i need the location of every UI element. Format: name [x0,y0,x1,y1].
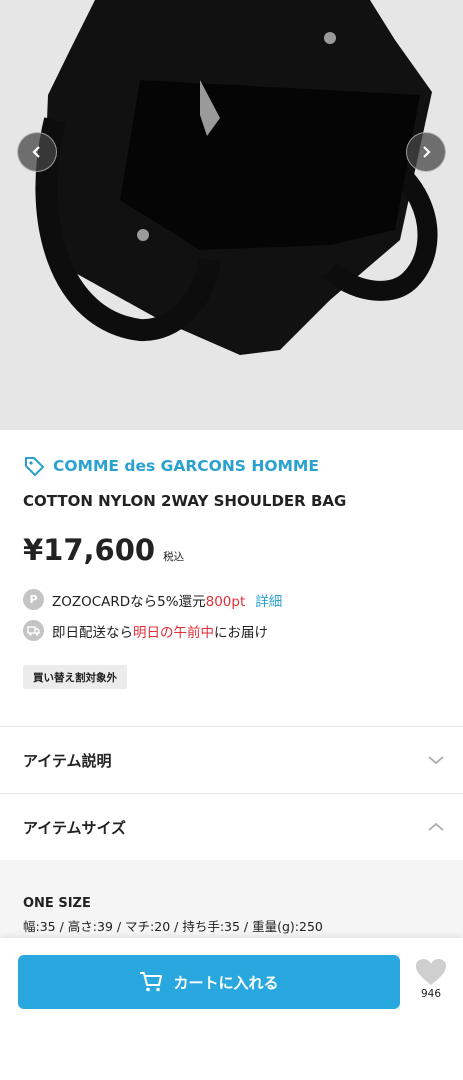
card-points: 800pt [205,593,246,610]
chevron-left-icon [32,146,40,158]
bottom-action-bar: カートに入れる 946 [0,938,463,1080]
cart-button-label: カートに入れる [173,973,279,992]
size-detail: 幅:35 / 高さ:39 / マチ:20 / 持ち手:35 / 重量(g):25… [23,919,323,934]
chevron-right-icon [423,146,431,158]
cart-icon [140,972,163,992]
chevron-up-icon [428,822,444,831]
card-detail-link[interactable]: 詳細 [255,594,282,610]
item-description-accordion[interactable]: アイテム説明 [0,727,463,793]
points-icon: P [23,589,44,610]
price-row: ¥17,600 税込 [23,533,184,567]
size-label: ONE SIZE [23,896,91,911]
size-panel: ONE SIZE 幅:35 / 高さ:39 / マチ:20 / 持ち手:35 /… [0,860,463,940]
carousel-next-button[interactable] [406,132,446,172]
chevron-down-icon [428,756,444,765]
favorite-count: 946 [420,988,442,1000]
description-title: アイテム説明 [23,751,112,770]
brand-name: COMME des GARCONS HOMME [53,457,319,475]
tax-label: 税込 [163,551,185,563]
brand-link[interactable]: COMME des GARCONS HOMME [23,455,319,477]
delivery-prefix: 即日配送なら [52,624,133,641]
delivery-suffix: にお届け [214,624,268,641]
price: ¥17,600 [23,533,156,567]
favorite-button[interactable]: 946 [410,958,452,1000]
truck-icon [23,620,44,641]
zozocard-promo: P ZOZOCARDなら5%還元800pt 詳細 [23,589,282,610]
product-name: COTTON NYLON 2WAY SHOULDER BAG [23,492,347,510]
product-image-carousel[interactable] [0,0,463,430]
delivery-info: 即日配送なら明日の午前中にお届け [23,620,268,641]
product-image [35,0,438,355]
delivery-highlight: 明日の午前中 [133,624,214,641]
carousel-prev-button[interactable] [17,132,57,172]
card-promo-text: ZOZOCARDなら5%還元 [52,593,206,610]
tag-icon [25,457,44,476]
item-size-accordion[interactable]: アイテムサイズ [0,794,463,860]
trade-in-tag: 買い替え割対象外 [23,665,127,689]
size-title: アイテムサイズ [23,818,127,837]
add-to-cart-button[interactable]: カートに入れる [18,955,400,1009]
heart-icon [416,959,446,985]
